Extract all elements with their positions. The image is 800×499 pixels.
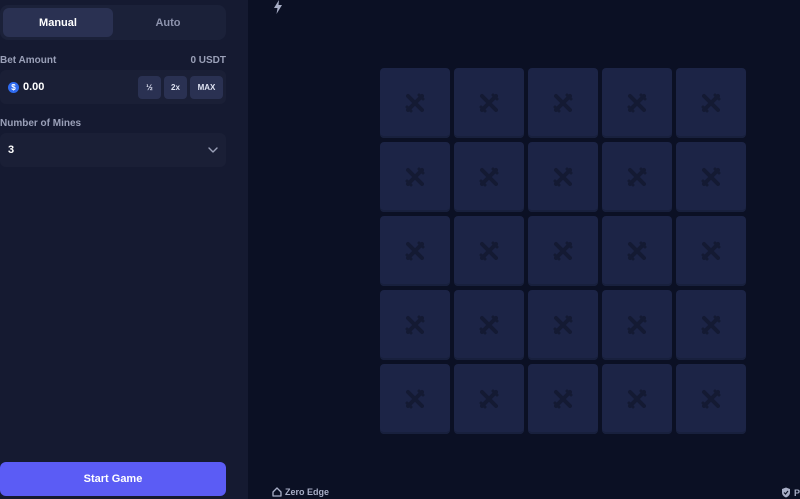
mine-tile[interactable] (528, 68, 598, 138)
fairness-badge[interactable]: P (781, 487, 800, 498)
fairness-label: P (794, 487, 800, 498)
mines-select[interactable]: 3 (0, 133, 226, 167)
crossed-swords-icon (701, 93, 721, 113)
mines-value: 3 (8, 144, 15, 156)
mine-tile[interactable] (602, 364, 672, 434)
crossed-swords-icon (701, 389, 721, 409)
mine-tile[interactable] (454, 142, 524, 212)
mine-tile[interactable] (602, 142, 672, 212)
crossed-swords-icon (553, 93, 573, 113)
max-bet-button[interactable]: MAX (190, 75, 223, 99)
crossed-swords-icon (627, 241, 647, 261)
mine-tile[interactable] (676, 290, 746, 360)
mine-tile[interactable] (528, 216, 598, 286)
chevron-down-icon (208, 147, 218, 153)
crossed-swords-icon (479, 93, 499, 113)
crossed-swords-icon (479, 241, 499, 261)
double-bet-button[interactable]: 2x (164, 75, 187, 99)
mine-tile[interactable] (380, 216, 450, 286)
crossed-swords-icon (627, 167, 647, 187)
mine-tile[interactable] (454, 68, 524, 138)
shield-check-icon (782, 487, 790, 498)
mine-tile[interactable] (454, 364, 524, 434)
mode-toggle: Manual Auto (0, 5, 226, 40)
crossed-swords-icon (479, 167, 499, 187)
mines-grid (380, 68, 747, 436)
mine-tile[interactable] (380, 68, 450, 138)
mine-tile[interactable] (454, 216, 524, 286)
mine-tile[interactable] (602, 290, 672, 360)
half-bet-button[interactable]: ½ (138, 75, 161, 99)
bet-amount-label: Bet Amount (0, 55, 57, 66)
crossed-swords-icon (553, 389, 573, 409)
crossed-swords-icon (701, 315, 721, 335)
mines-label: Number of Mines (0, 118, 82, 129)
crossed-swords-icon (553, 315, 573, 335)
crossed-swords-icon (405, 389, 425, 409)
mine-tile[interactable] (676, 142, 746, 212)
lightning-icon[interactable] (272, 0, 284, 14)
mine-tile[interactable] (676, 216, 746, 286)
crossed-swords-icon (405, 93, 425, 113)
mine-tile[interactable] (528, 142, 598, 212)
zero-edge-badge[interactable]: Zero Edge (272, 487, 329, 497)
balance-display: 0 USDT (190, 55, 226, 66)
crossed-swords-icon (405, 167, 425, 187)
crossed-swords-icon (479, 315, 499, 335)
mine-tile[interactable] (602, 68, 672, 138)
bet-amount-field[interactable]: $ 0.00 ½ 2x MAX (0, 70, 226, 104)
mine-tile[interactable] (380, 290, 450, 360)
tab-manual[interactable]: Manual (3, 8, 113, 37)
mine-tile[interactable] (454, 290, 524, 360)
start-game-button[interactable]: Start Game (0, 462, 226, 496)
mine-tile[interactable] (528, 364, 598, 434)
crossed-swords-icon (479, 389, 499, 409)
house-icon (272, 487, 282, 497)
mine-tile[interactable] (528, 290, 598, 360)
mine-tile[interactable] (676, 68, 746, 138)
coin-icon: $ (8, 81, 19, 93)
mine-tile[interactable] (380, 142, 450, 212)
crossed-swords-icon (553, 167, 573, 187)
controls-sidebar: Manual Auto Bet Amount 0 USDT $ 0.00 ½ 2… (0, 0, 248, 499)
crossed-swords-icon (405, 315, 425, 335)
mine-tile[interactable] (380, 364, 450, 434)
tab-auto[interactable]: Auto (113, 8, 223, 37)
mine-tile[interactable] (676, 364, 746, 434)
crossed-swords-icon (701, 167, 721, 187)
mine-tile[interactable] (602, 216, 672, 286)
crossed-swords-icon (553, 241, 573, 261)
crossed-swords-icon (405, 241, 425, 261)
crossed-swords-icon (701, 241, 721, 261)
crossed-swords-icon (627, 315, 647, 335)
crossed-swords-icon (627, 389, 647, 409)
bet-amount-value[interactable]: 0.00 (23, 81, 138, 93)
zero-edge-label: Zero Edge (285, 487, 330, 497)
crossed-swords-icon (627, 93, 647, 113)
